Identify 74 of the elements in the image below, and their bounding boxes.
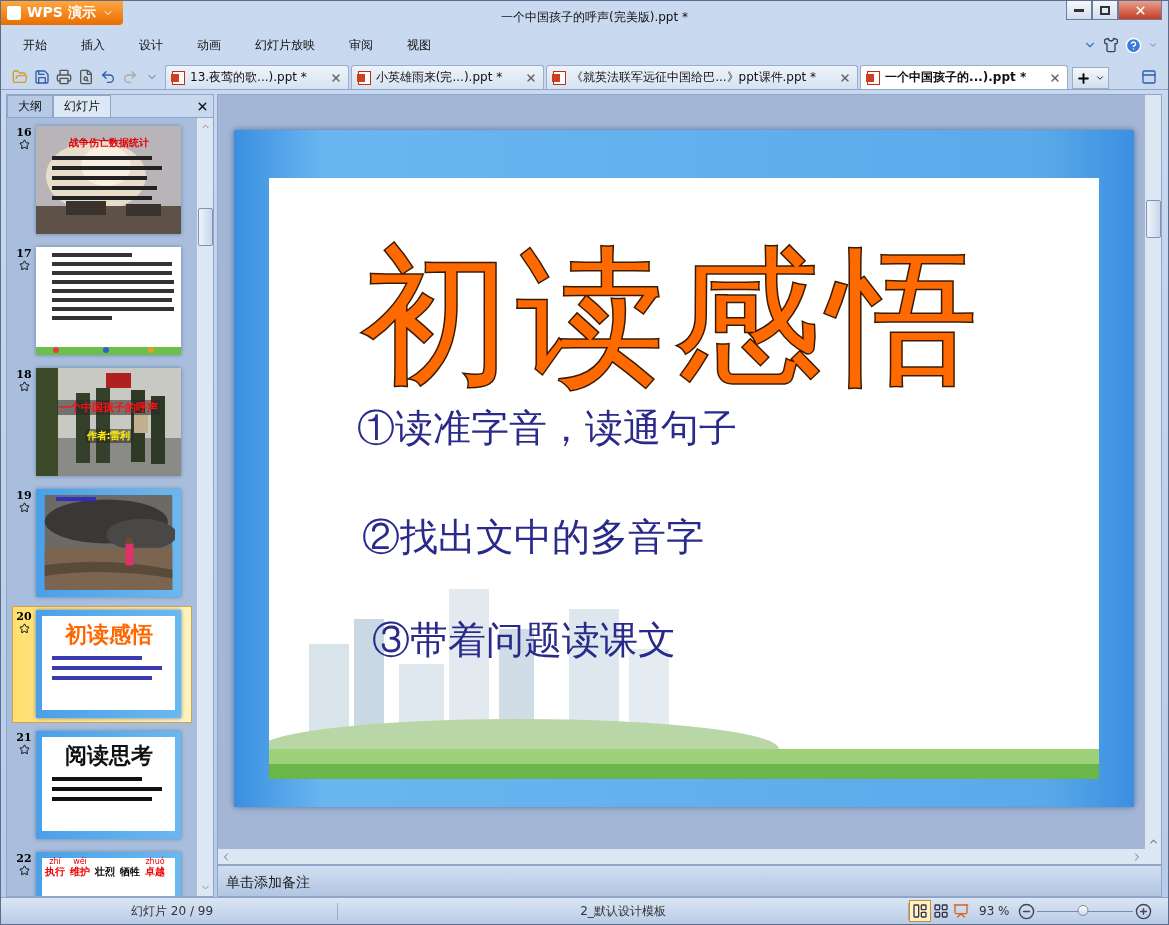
zoom-out-icon[interactable] — [1017, 902, 1035, 920]
zoom-thumb[interactable] — [1077, 904, 1089, 916]
slide-number: 16 — [16, 126, 32, 139]
slide-thumbnail[interactable]: zhí 执行 wéi 维护 壮烈 牺牲 zhuó 卓越 — [36, 852, 181, 896]
zoom-level: 93 % — [979, 904, 1010, 918]
star-icon — [18, 865, 30, 876]
slide-number: 20 — [16, 610, 32, 623]
star-icon — [18, 139, 30, 150]
slide-text: ②找出文中的多音字 — [362, 514, 705, 562]
slide-number: 21 — [16, 731, 32, 744]
minimize-icon — [1074, 8, 1084, 12]
document-icon — [357, 70, 371, 85]
word: zhí 执行 — [45, 858, 65, 877]
sorter-view-icon[interactable] — [931, 901, 951, 921]
shirt-icon[interactable] — [1103, 37, 1119, 53]
logo-icon — [7, 6, 21, 20]
slide-title: 初读感悟 — [361, 240, 986, 396]
menu-item[interactable]: 视图 — [407, 36, 453, 54]
word: 壮烈 — [95, 865, 115, 877]
slide-number: 17 — [16, 247, 32, 260]
word: 牺牲 — [120, 865, 140, 877]
scroll-thumb[interactable] — [197, 208, 213, 246]
slide-number: 19 — [16, 489, 32, 502]
zoom-in-icon[interactable] — [1134, 902, 1152, 920]
menu-item[interactable]: 审阅 — [349, 36, 395, 54]
close-icon[interactable] — [1049, 71, 1062, 84]
document-tab[interactable]: 一个中国孩子的...).ppt * — [860, 65, 1069, 89]
slide-number: 22 — [16, 852, 32, 865]
slide-title: 一个中国孩子的呼声 — [57, 399, 160, 415]
help-icon[interactable] — [1125, 36, 1142, 54]
menu-item[interactable]: 开始 — [23, 36, 69, 54]
menu-item[interactable]: 幻灯片放映 — [255, 36, 337, 54]
star-icon — [18, 381, 30, 392]
slide-number: 18 — [16, 368, 32, 381]
close-icon — [1133, 3, 1147, 17]
star-icon — [18, 260, 30, 271]
word: wéi 维护 — [70, 858, 90, 877]
scroll-thumb[interactable] — [1145, 200, 1161, 238]
slide-text: ①读准字音，读通句子 — [357, 405, 738, 453]
document-icon — [172, 70, 185, 85]
star-icon — [18, 744, 30, 755]
document-tab[interactable]: 13.夜莺的歌...).ppt * — [165, 65, 349, 89]
word: zhuó 卓越 — [145, 858, 165, 877]
normal-view-icon[interactable] — [909, 900, 931, 922]
minimize-button[interactable] — [1066, 1, 1092, 20]
new-tab-button[interactable] — [1072, 67, 1110, 89]
document-tab[interactable]: 小英雄雨来(完...).ppt * — [350, 65, 545, 89]
panel-tab[interactable]: 大纲 — [7, 95, 53, 117]
document-icon — [553, 70, 567, 85]
slide-title: 初读感悟 — [64, 620, 153, 649]
menu-item[interactable]: 设计 — [139, 36, 185, 54]
slide-text: ③带着问题读课文 — [372, 617, 677, 665]
slide-thumbnail[interactable]: 阅读思考 — [36, 731, 181, 839]
plus-icon — [1076, 70, 1092, 86]
close-button[interactable] — [1118, 1, 1162, 20]
document-tab[interactable]: 《就英法联军远征中国给巴...》ppt课件.ppt * — [546, 65, 859, 89]
star-icon — [18, 502, 30, 513]
window-title: 一个中国孩子的呼声(完美版).ppt * — [500, 9, 689, 26]
maximize-button[interactable] — [1092, 1, 1118, 20]
slide-title: 战争伤亡数据统计 — [68, 136, 149, 150]
slide-thumbnail[interactable] — [36, 247, 181, 355]
notes-field[interactable]: 单击添加备注 — [218, 864, 1161, 896]
menu-item[interactable]: 动画 — [197, 36, 243, 54]
maximize-icon — [1100, 5, 1110, 15]
slide-thumbnail[interactable]: 一个中国孩子的呼声 作者:雷利 — [36, 368, 181, 476]
caret-icon — [1095, 73, 1106, 83]
panel-tab[interactable]: 幻灯片 — [53, 95, 111, 117]
slide-title: 阅读思考 — [64, 741, 153, 770]
slide-count: 幻灯片 20 / 99 — [7, 902, 338, 920]
star-icon — [18, 623, 30, 634]
slide-thumbnail[interactable] — [36, 489, 181, 597]
menu-item[interactable]: 插入 — [81, 36, 127, 54]
document-icon — [867, 70, 881, 85]
slide-subtitle: 作者:雷利 — [84, 428, 133, 443]
